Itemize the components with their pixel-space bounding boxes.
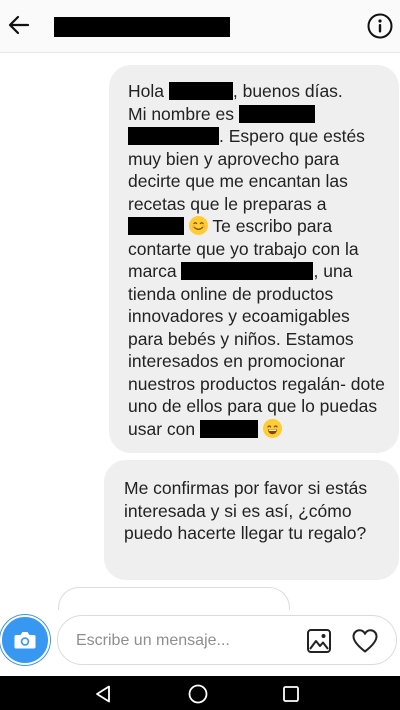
conversation-header xyxy=(0,0,400,53)
message-text: , buenos días. xyxy=(232,81,343,101)
info-circle-icon xyxy=(367,13,393,39)
redacted-brand xyxy=(181,262,314,280)
message-bubble[interactable]: Hola , buenos días. Mi nombre es . Esper… xyxy=(109,65,399,453)
message-composer xyxy=(0,610,400,676)
conversation-title-redacted[interactable] xyxy=(54,17,230,37)
system-navigation-bar xyxy=(0,676,400,710)
smiling-face-emoji xyxy=(188,216,208,235)
arrow-left-icon xyxy=(8,15,30,35)
square-recents-icon[interactable] xyxy=(282,685,300,703)
redacted-name xyxy=(168,82,233,100)
redacted-name xyxy=(238,104,315,123)
grinning-face-emoji xyxy=(262,418,282,438)
back-button[interactable] xyxy=(4,10,34,40)
redacted-name xyxy=(199,419,258,438)
message-thread[interactable]: Hola , buenos días. Mi nombre es . Esper… xyxy=(0,53,400,610)
message-input[interactable] xyxy=(74,627,293,655)
typing-bubble-partial xyxy=(58,587,290,610)
info-button[interactable] xyxy=(366,12,394,40)
message-text: Me confirmas por favor si estás interesa… xyxy=(124,478,368,543)
message-text: Mi nombre es xyxy=(128,103,239,124)
redacted-name xyxy=(128,127,219,145)
like-button[interactable] xyxy=(350,627,380,655)
redacted-name xyxy=(128,217,184,235)
image-icon xyxy=(307,629,331,653)
camera-icon xyxy=(14,632,36,649)
camera-button[interactable] xyxy=(0,615,50,665)
triangle-back-icon[interactable] xyxy=(93,684,113,704)
gallery-button[interactable] xyxy=(305,627,333,655)
message-bubble[interactable]: Me confirmas por favor si estás interesa… xyxy=(104,460,399,580)
message-input-field[interactable] xyxy=(57,615,397,665)
message-text: , una tienda online de productos innovad… xyxy=(128,261,385,439)
circle-home-icon[interactable] xyxy=(187,683,209,705)
heart-icon xyxy=(352,629,378,653)
message-text: Hola xyxy=(128,81,169,101)
